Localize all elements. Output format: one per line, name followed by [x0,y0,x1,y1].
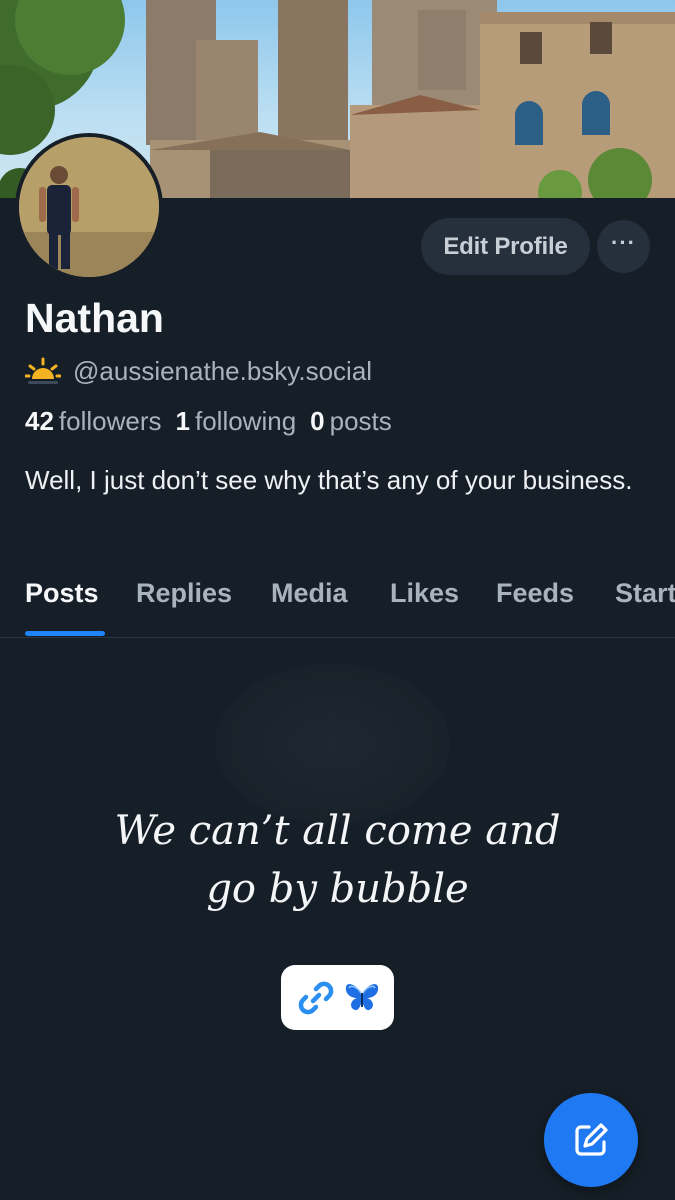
compose-icon [575,1123,608,1156]
profile-stats: 42 followers 1 following 0 posts [25,406,392,437]
active-tab-indicator [25,631,105,636]
following-label: following [194,406,297,436]
followers-count: 42 [25,406,54,436]
avatar[interactable] [15,133,163,281]
following-count: 1 [175,406,190,436]
posts-label: posts [329,406,392,436]
tab-starter-packs[interactable]: Starter Packs [615,578,675,609]
bluesky-link-chip[interactable] [281,965,394,1030]
tab-media[interactable]: Media [271,578,348,609]
display-name: Nathan [25,295,164,341]
followers-label: followers [58,406,162,436]
sunrise-icon [25,357,61,384]
posts-stat: 0 posts [310,406,392,437]
more-options-button[interactable]: ··· [597,220,650,273]
tab-posts[interactable]: Posts [25,578,99,609]
empty-state-background [215,664,450,824]
empty-state-message: We can’t all come and go by bubble [0,802,675,918]
link-icon [298,981,333,1014]
followers-stat[interactable]: 42 followers [25,406,162,437]
posts-count: 0 [310,406,325,436]
avatar-image [19,137,159,277]
following-stat[interactable]: 1 following [176,406,297,437]
handle-text[interactable]: @aussienathe.bsky.social [73,356,372,387]
compose-button[interactable] [544,1093,638,1187]
tab-likes[interactable]: Likes [390,578,459,609]
empty-state-line-1: We can’t all come and [114,808,561,854]
butterfly-icon [345,983,378,1010]
profile-tabs: Posts Replies Media Likes Feeds Starter … [0,578,675,638]
handle-row: @aussienathe.bsky.social [25,356,372,387]
tab-feeds[interactable]: Feeds [496,578,574,609]
profile-bio: Well, I just don’t see why that’s any of… [25,465,633,495]
ellipsis-icon: ··· [611,229,636,255]
edit-profile-button[interactable]: Edit Profile [421,218,590,275]
empty-state-line-2: go by bubble [206,866,469,912]
tab-replies[interactable]: Replies [136,578,232,609]
